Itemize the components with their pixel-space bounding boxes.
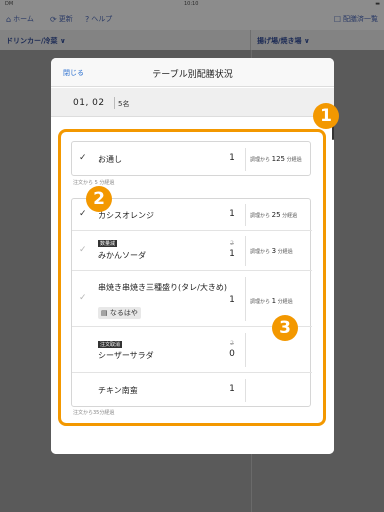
section-drinker[interactable]: ドリンカー/冷菜 ∨ [0, 30, 250, 50]
help-label: ヘルプ [91, 15, 113, 23]
guest-count: 5名 [118, 100, 130, 108]
battery-icon: ▬ [375, 1, 380, 7]
home-button[interactable]: ⌂ ホーム [6, 14, 34, 24]
section-grill[interactable]: 揚げ場/焼き場 ∨ [250, 30, 384, 50]
carrier-label: DM [5, 1, 14, 7]
clock: 10:10 [184, 1, 199, 7]
list-icon: ☐ [333, 14, 341, 24]
served-list-label: 配膳済一覧 [343, 15, 378, 23]
table-info-bar: 01, 02 5名 [51, 88, 334, 117]
divider [114, 97, 115, 109]
annotation-number-3: 3 [272, 315, 298, 341]
update-label: 更新 [58, 15, 73, 23]
update-button[interactable]: ⟳ 更新 [50, 14, 73, 24]
home-label: ホーム [13, 15, 34, 23]
modal-header: 閉じる テーブル別配膳状況 [51, 58, 334, 87]
help-button[interactable]: ? ヘルプ [85, 14, 112, 24]
home-icon: ⌂ [6, 14, 12, 24]
help-icon: ? [85, 14, 90, 24]
highlight-frame [58, 129, 326, 426]
modal-title: テーブル別配膳状況 [152, 70, 233, 80]
table-number: 01, 02 [73, 98, 105, 108]
annotation-number-2: 2 [86, 186, 112, 212]
app-toolbar: ⌂ ホーム ⟳ 更新 ? ヘルプ ☐ 配膳済一覧 [0, 8, 384, 30]
served-list-button[interactable]: ☐ 配膳済一覧 [334, 14, 378, 24]
status-bar: DM 10:10 ▬ [0, 0, 384, 8]
annotation-number-1: 1 [313, 103, 339, 129]
refresh-icon: ⟳ [50, 14, 57, 24]
